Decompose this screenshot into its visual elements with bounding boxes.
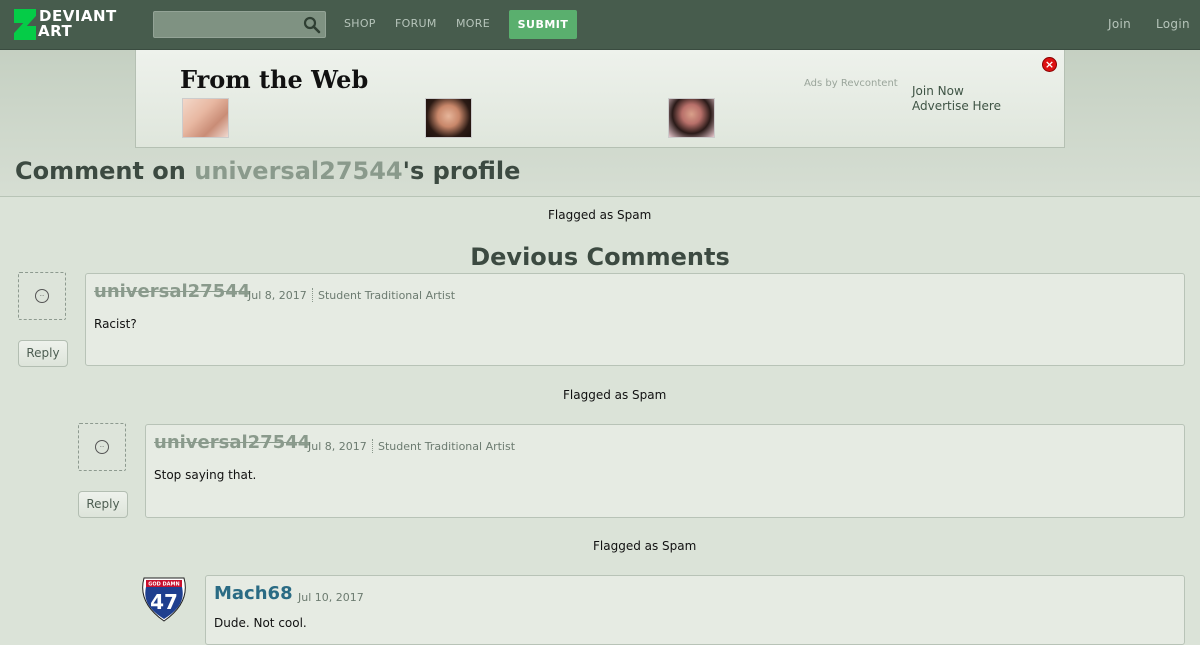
comment-body: Racist? [94,317,137,331]
ad-thumbnail-3[interactable] [668,98,715,138]
profile-user-link[interactable]: universal27544 [194,157,402,185]
comment-date[interactable]: Jul 8, 2017 [248,289,307,302]
comment-card: universal27544 Jul 8, 2017 Student Tradi… [85,273,1185,366]
close-icon[interactable]: × [1042,57,1057,72]
reply-button[interactable]: Reply [78,491,128,518]
ad-thumbnail-2[interactable] [425,98,472,138]
ad-advertise-link[interactable]: Advertise Here [912,99,1001,113]
comment-author-role: Student Traditional Artist [318,289,456,302]
ad-attribution[interactable]: Ads by Revcontent [804,78,898,89]
comment-card: universal27544 Jul 8, 2017 Student Tradi… [145,424,1185,518]
section-title: Devious Comments [470,243,730,271]
spam-flag-notice: Flagged as Spam [593,539,697,553]
comment-date[interactable]: Jul 10, 2017 [298,591,364,604]
ad-title: From the Web [180,65,369,94]
logo-line-2: ART [38,22,73,40]
submit-button[interactable]: SUBMIT [509,10,577,39]
reply-button[interactable]: Reply [18,340,68,367]
spam-flag-notice: Flagged as Spam [563,388,667,402]
comment-date[interactable]: Jul 8, 2017 [308,440,367,453]
login-link[interactable]: Login [1156,17,1190,31]
comment-body: Stop saying that. [154,468,257,482]
comment-card: Mach68 Jul 10, 2017 Dude. Not cool. [205,575,1185,645]
ad-box: From the Web Ads by Revcontent Join Now … [135,50,1065,148]
comment-author-role: Student Traditional Artist [378,440,516,453]
badge-number: 47 [150,590,178,614]
page-title: Comment on universal27544's profile [15,157,520,185]
nav-shop[interactable]: SHOP [344,17,376,30]
comment-body: Dude. Not cool. [214,616,307,630]
search-input[interactable] [153,11,326,38]
page-title-prefix: Comment on [15,157,195,185]
nav-forum[interactable]: FORUM [395,17,437,30]
logo-mark-icon [14,9,36,40]
join-link[interactable]: Join [1108,17,1131,31]
logo-wordmark: DEVIANT ART [38,9,117,40]
meta-divider [372,439,374,453]
search-icon[interactable] [303,16,321,34]
deviantart-logo[interactable]: DEVIANT ART [14,9,130,41]
top-navigation-bar: DEVIANT ART SHOP FORUM MORE SUBMIT Join … [0,0,1200,50]
nav-more[interactable]: MORE [456,17,490,30]
default-avatar-icon: ·· [95,440,109,454]
avatar[interactable]: ·· [78,423,126,471]
default-avatar-icon: ·· [35,289,49,303]
comment-author[interactable]: Mach68 [214,583,293,604]
avatar[interactable]: ·· [18,272,66,320]
page-title-suffix: 's profile [402,157,521,185]
spam-flag-notice: Flagged as Spam [548,208,652,222]
badge-top-text: GOD DAMN [148,582,179,588]
ad-thumbnail-1[interactable] [182,98,229,138]
interstate-shield-avatar[interactable]: GOD DAMN 47 [140,575,188,623]
meta-divider [312,288,314,302]
ad-join-now-link[interactable]: Join Now [912,84,964,98]
comment-author[interactable]: universal27544 [154,432,310,453]
comment-author[interactable]: universal27544 [94,281,250,302]
